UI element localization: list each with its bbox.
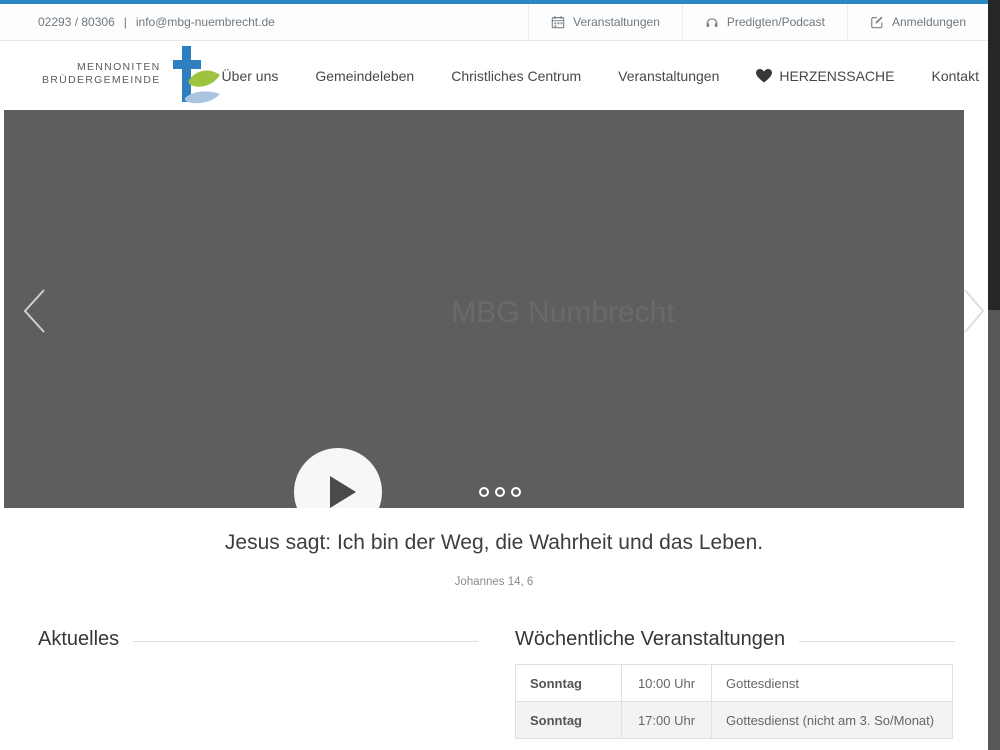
table-row: Sonntag 10:00 Uhr Gottesdienst (516, 665, 953, 702)
aktuelles-title: Aktuelles (38, 628, 119, 651)
event-description: Gottesdienst (nicht am 3. So/Monat) (712, 702, 953, 739)
aktuelles-divider (133, 641, 478, 642)
scrollbar-thumb[interactable] (988, 0, 1000, 310)
hero-slider: MBG Numbrecht (4, 110, 964, 508)
logo-line1: MENNONITEN (42, 61, 161, 75)
topbar-link-label: Predigten/Podcast (727, 15, 825, 29)
menu-item-kontakt[interactable]: Kontakt (932, 68, 979, 84)
weekly-events-divider (799, 641, 955, 642)
menu-item-label: Kontakt (932, 68, 979, 84)
quote-section: Jesus sagt: Ich bin der Weg, die Wahrhei… (0, 508, 988, 588)
menu-item-herzenssache[interactable]: HERZENSSACHE (756, 68, 894, 84)
event-description: Gottesdienst (712, 665, 953, 702)
topbar-link-label: Veranstaltungen (573, 15, 660, 29)
menu-item-gemeindeleben[interactable]: Gemeindeleben (315, 68, 414, 84)
scrollbar-track[interactable] (988, 0, 1000, 750)
topbar: 02293 / 80306 | info@mbg-nuembrecht.de V… (0, 4, 988, 41)
calendar-icon (551, 15, 565, 29)
cross-wave-logo-icon (164, 44, 222, 108)
page: { "topbar": { "phone": "02293 / 80306", … (0, 0, 1000, 750)
event-day: Sonntag (516, 702, 622, 739)
edit-icon (870, 15, 884, 29)
topbar-link-veranstaltungen[interactable]: Veranstaltungen (528, 4, 682, 40)
topbar-link-predigten[interactable]: Predigten/Podcast (682, 4, 847, 40)
aktuelles-header: Aktuelles (38, 628, 478, 651)
logo-text: MENNONITEN BRÜDERGEMEINDE (42, 61, 161, 88)
email-link[interactable]: info@mbg-nuembrecht.de (136, 15, 275, 29)
menu-item-label: Über uns (222, 68, 279, 84)
hero-watermark-title: MBG Numbrecht (451, 296, 674, 330)
menu-item-veranstaltungen[interactable]: Veranstaltungen (618, 68, 719, 84)
site-logo[interactable]: MENNONITEN BRÜDERGEMEINDE (42, 44, 222, 108)
content-sections: Aktuelles Wöchentliche Veranstaltungen S… (0, 628, 988, 750)
weekly-events-header: Wöchentliche Veranstaltungen (515, 628, 955, 651)
topbar-link-label: Anmeldungen (892, 15, 966, 29)
contact-info: 02293 / 80306 | info@mbg-nuembrecht.de (0, 15, 275, 29)
bible-quote-reference: Johannes 14, 6 (0, 576, 988, 588)
contact-divider: | (124, 15, 127, 29)
menu-item-christliches-centrum[interactable]: Christliches Centrum (451, 68, 581, 84)
menu-item-label: Christliches Centrum (451, 68, 581, 84)
weekly-events-column: Wöchentliche Veranstaltungen Sonntag 10:… (515, 628, 955, 739)
slider-dots (479, 487, 521, 497)
weekly-events-title: Wöchentliche Veranstaltungen (515, 628, 785, 651)
heart-icon (756, 69, 772, 83)
weekly-events-table: Sonntag 10:00 Uhr Gottesdienst Sonntag 1… (515, 664, 953, 739)
phone-number: 02293 / 80306 (38, 15, 115, 29)
menu-item-ueber-uns[interactable]: Über uns (222, 68, 279, 84)
aktuelles-column: Aktuelles (38, 628, 478, 651)
slider-dot-1[interactable] (479, 487, 489, 497)
slider-dot-3[interactable] (511, 487, 521, 497)
bible-quote: Jesus sagt: Ich bin der Weg, die Wahrhei… (0, 531, 988, 555)
menu-item-label: Veranstaltungen (618, 68, 719, 84)
main-navbar: MENNONITEN BRÜDERGEMEINDE Über uns Gemei… (0, 41, 988, 110)
slider-next-arrow-icon[interactable] (962, 288, 986, 334)
play-button[interactable] (294, 448, 382, 508)
play-icon (330, 476, 356, 508)
menu-item-label: Gemeindeleben (315, 68, 414, 84)
headphones-icon (705, 15, 719, 29)
topbar-link-anmeldungen[interactable]: Anmeldungen (847, 4, 988, 40)
event-day: Sonntag (516, 665, 622, 702)
menu-item-label: HERZENSSACHE (779, 68, 894, 84)
event-time: 10:00 Uhr (622, 665, 712, 702)
main-menu: Über uns Gemeindeleben Christliches Cent… (222, 68, 979, 84)
logo-line2: BRÜDERGEMEINDE (42, 74, 161, 88)
table-row: Sonntag 17:00 Uhr Gottesdienst (nicht am… (516, 702, 953, 739)
slider-prev-arrow-icon[interactable] (20, 288, 48, 334)
topbar-links: Veranstaltungen Predigten/Podcast Anmeld… (528, 4, 988, 40)
event-time: 17:00 Uhr (622, 702, 712, 739)
slider-dot-2[interactable] (495, 487, 505, 497)
